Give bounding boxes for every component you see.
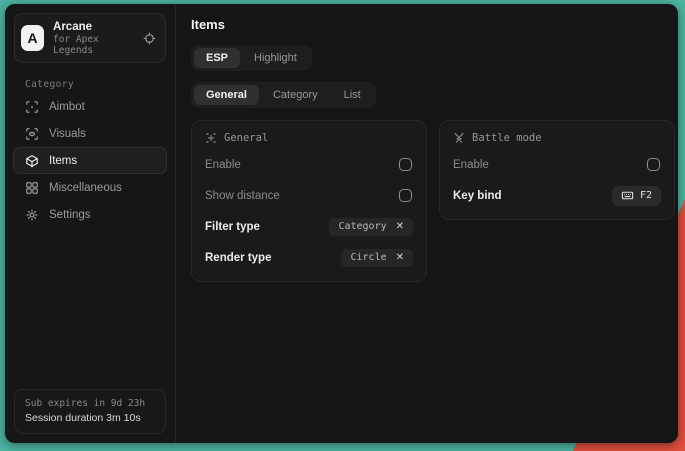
filter-type-label: Filter type (205, 221, 260, 233)
enable-checkbox[interactable] (399, 158, 412, 171)
key-bind-button[interactable]: F2 (612, 186, 661, 206)
keyboard-icon (621, 189, 634, 202)
sidebar-spacer (5, 228, 175, 380)
render-type-row: Render type Circle ✕ (205, 247, 413, 268)
render-type-label: Render type (205, 252, 271, 264)
general-panel-title: General (224, 132, 268, 144)
sub-expires-text: Sub expires in 9d 23h (25, 396, 155, 411)
general-panel: General Enable Show distance Filter type… (191, 120, 427, 282)
main-content: Items ESP Highlight General Category Lis… (176, 4, 678, 443)
enable-row: Enable (205, 154, 413, 175)
sidebar-section-label: Category (25, 79, 175, 90)
key-bind-row: Key bind F2 (453, 185, 661, 206)
sidebar-item-aimbot[interactable]: Aimbot (13, 93, 167, 120)
swords-icon (453, 132, 465, 144)
app-title-block: Arcane for Apex Legends (53, 20, 134, 56)
sidebar-item-label: Visuals (49, 128, 86, 140)
key-bind-label: Key bind (453, 190, 502, 202)
battle-mode-panel-title: Battle mode (472, 132, 542, 144)
show-distance-label: Show distance (205, 190, 280, 202)
close-icon[interactable]: ✕ (396, 222, 404, 232)
close-icon[interactable]: ✕ (396, 253, 404, 263)
battle-enable-checkbox[interactable] (647, 158, 660, 171)
focus-grid-icon (205, 132, 217, 144)
sidebar-nav: Aimbot Visuals Items (5, 93, 175, 228)
sidebar-item-visuals[interactable]: Visuals (13, 120, 167, 147)
sidebar-item-label: Settings (49, 209, 91, 221)
render-type-select[interactable]: Circle ✕ (341, 249, 413, 267)
tab-category[interactable]: Category (261, 85, 330, 105)
session-duration-text: Session duration 3m 10s (25, 411, 155, 427)
general-panel-header: General (205, 132, 413, 144)
view-tab-group: General Category List (191, 82, 376, 108)
battle-mode-panel-header: Battle mode (453, 132, 661, 144)
grid-icon (25, 181, 39, 195)
panels-row: General Enable Show distance Filter type… (191, 120, 675, 282)
sidebar-item-items[interactable]: Items (13, 147, 167, 174)
render-type-value: Circle (350, 252, 386, 263)
sidebar-item-miscellaneous[interactable]: Miscellaneous (13, 174, 167, 201)
app-header-card: A Arcane for Apex Legends (14, 13, 166, 63)
key-bind-value: F2 (640, 190, 652, 201)
arcane-app-window: A Arcane for Apex Legends Category (5, 4, 678, 443)
sidebar-item-label: Miscellaneous (49, 182, 122, 194)
crosshair-target-icon[interactable] (143, 32, 156, 45)
mode-tab-group: ESP Highlight (191, 45, 312, 71)
tab-general[interactable]: General (194, 85, 259, 105)
app-subtitle: for Apex Legends (53, 34, 134, 56)
package-icon (25, 154, 39, 168)
show-distance-checkbox[interactable] (399, 189, 412, 202)
app-logo: A (21, 25, 44, 51)
battle-mode-panel: Battle mode Enable Key bind (439, 120, 675, 220)
page-title: Items (191, 17, 675, 32)
eye-icon (25, 127, 39, 141)
app-title: Arcane (53, 20, 134, 34)
filter-type-select[interactable]: Category ✕ (329, 218, 413, 236)
gear-icon (25, 208, 39, 222)
battle-enable-row: Enable (453, 154, 661, 175)
enable-label: Enable (205, 159, 241, 171)
crosshair-icon (25, 100, 39, 114)
sidebar-item-label: Items (49, 155, 77, 167)
tab-list[interactable]: List (332, 85, 373, 105)
show-distance-row: Show distance (205, 185, 413, 206)
filter-type-value: Category (338, 221, 386, 232)
battle-enable-label: Enable (453, 159, 489, 171)
sidebar-item-settings[interactable]: Settings (13, 201, 167, 228)
filter-type-row: Filter type Category ✕ (205, 216, 413, 237)
sidebar-item-label: Aimbot (49, 101, 85, 113)
sidebar: A Arcane for Apex Legends Category (5, 4, 176, 443)
subscription-card: Sub expires in 9d 23h Session duration 3… (14, 389, 166, 434)
tab-highlight[interactable]: Highlight (242, 48, 309, 68)
tab-esp[interactable]: ESP (194, 48, 240, 68)
